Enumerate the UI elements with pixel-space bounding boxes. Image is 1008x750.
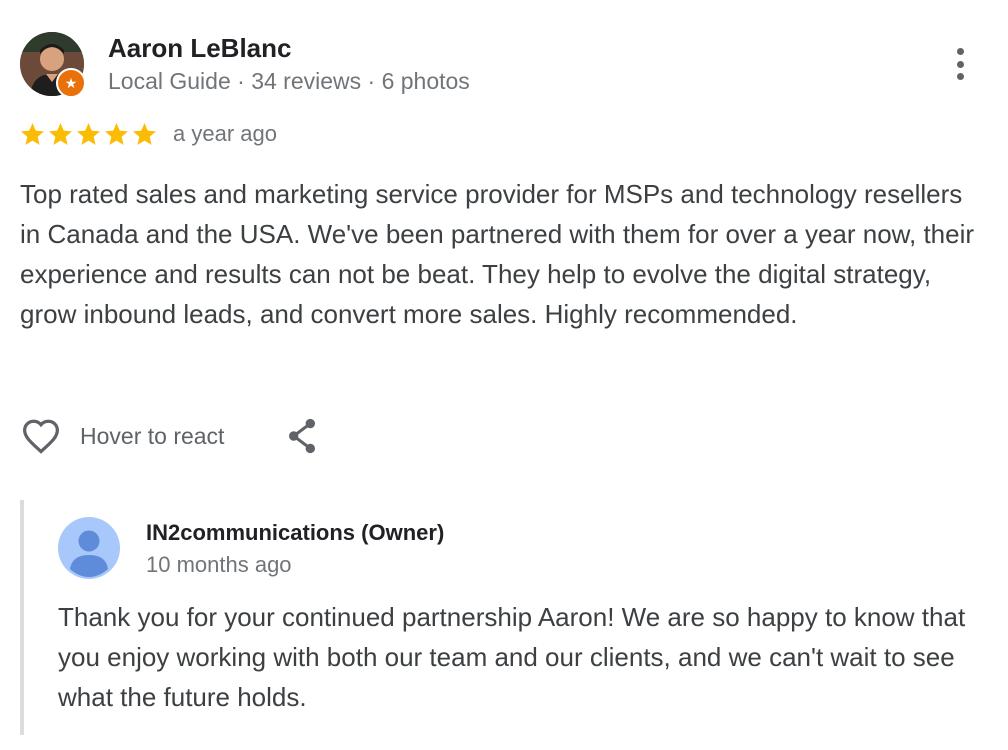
local-guide-star-icon: ★ bbox=[64, 75, 78, 91]
share-button[interactable] bbox=[282, 416, 322, 456]
owner-reply: IN2communications (Owner) 10 months ago … bbox=[20, 500, 994, 735]
owner-avatar[interactable] bbox=[58, 517, 120, 579]
react-button[interactable] bbox=[20, 415, 62, 457]
review-date: a year ago bbox=[173, 121, 277, 146]
owner-reply-text: Thank you for your continued partnership… bbox=[58, 602, 966, 712]
more-vertical-icon bbox=[956, 48, 964, 55]
star-icon bbox=[105, 122, 128, 145]
star-icon bbox=[21, 122, 44, 145]
more-vertical-icon-dot bbox=[956, 73, 964, 80]
more-vertical-icon-dot bbox=[956, 60, 964, 68]
reviewer-name[interactable]: Aaron LeBlanc bbox=[108, 33, 292, 64]
star-rating bbox=[19, 121, 158, 148]
star-icon bbox=[77, 122, 100, 145]
review-text: Top rated sales and marketing service pr… bbox=[20, 179, 975, 329]
heart-outline-icon bbox=[22, 419, 60, 454]
star-icon bbox=[133, 122, 156, 145]
react-label[interactable]: Hover to react bbox=[80, 423, 224, 450]
reviewer-meta[interactable]: Local Guide · 34 reviews · 6 photos bbox=[108, 68, 470, 95]
share-icon bbox=[289, 418, 316, 454]
default-person-icon bbox=[58, 517, 120, 579]
more-options-button[interactable] bbox=[945, 44, 975, 84]
owner-reply-date: 10 months ago bbox=[146, 552, 292, 577]
owner-name[interactable]: IN2communications (Owner) bbox=[146, 520, 444, 546]
rating-row: a year ago bbox=[19, 118, 277, 150]
reviewer-avatar[interactable]: ★ bbox=[20, 32, 86, 98]
review-actions: Hover to react bbox=[20, 414, 322, 458]
star-icon bbox=[49, 122, 72, 145]
local-guide-badge: ★ bbox=[56, 68, 86, 98]
